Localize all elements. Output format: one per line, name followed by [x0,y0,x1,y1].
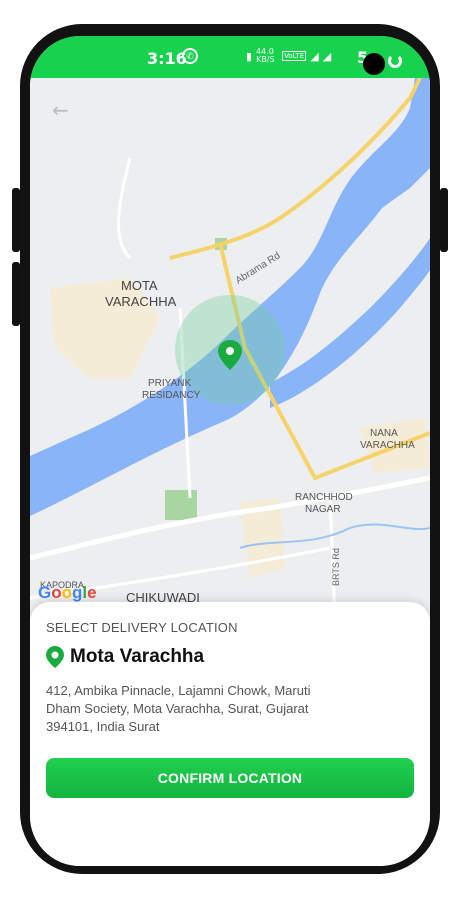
whatsapp-icon: ✆ [182,48,198,64]
volume-up-button [12,188,20,252]
vibrate-icon: ▮ [246,49,253,63]
sheet-title: SELECT DELIVERY LOCATION [46,620,238,635]
signal-4g-icon: ◢ [322,49,332,63]
confirm-location-button[interactable]: CONFIRM LOCATION [46,758,414,798]
location-sheet: SELECT DELIVERY LOCATION Mota Varachha 4… [30,602,430,866]
front-camera [363,53,385,75]
map-label-brts-rd: BRTS Rd [331,548,341,586]
power-button [440,188,448,252]
map-canvas: MOTA VARACHHA PRIYANK RESIDANCY Abrama Rd … [30,77,430,619]
map-view[interactable]: MOTA VARACHHA PRIYANK RESIDANCY Abrama Rd … [30,77,430,619]
address-text: 412, Ambika Pinnacle, Lajamni Chowk, Mar… [46,683,311,734]
screen: 3:16 ✆ ▮ 44.0 KB/S VoLTE ◢ ◢ 5 MOTA VARA… [30,36,430,866]
signal-icon: ◢ [310,49,319,63]
highway-shape [30,475,430,561]
volte-icon: VoLTE [282,51,307,61]
volume-down-button [12,262,20,326]
location-pin-icon [46,646,64,668]
park-shape [165,490,197,520]
pin-dot [226,347,234,355]
loading-ring-icon [388,54,402,68]
network-speed: 44.0 KB/S [256,47,275,64]
status-time: 3:16 [147,49,187,68]
status-icons: ▮ 44.0 KB/S VoLTE ◢ ◢ [246,48,331,64]
map-label-abrama-rd: Abrama Rd [234,250,283,286]
place-name: Mota Varachha [70,646,205,667]
google-logo: Google [38,583,97,602]
road-shape [117,157,132,260]
status-bar: 3:16 ✆ ▮ 44.0 KB/S VoLTE ◢ ◢ 5 [30,36,430,78]
place-row: Mota Varachha [46,646,204,668]
back-arrow-icon[interactable]: ← [52,98,69,122]
locality-block-shape [50,278,160,378]
